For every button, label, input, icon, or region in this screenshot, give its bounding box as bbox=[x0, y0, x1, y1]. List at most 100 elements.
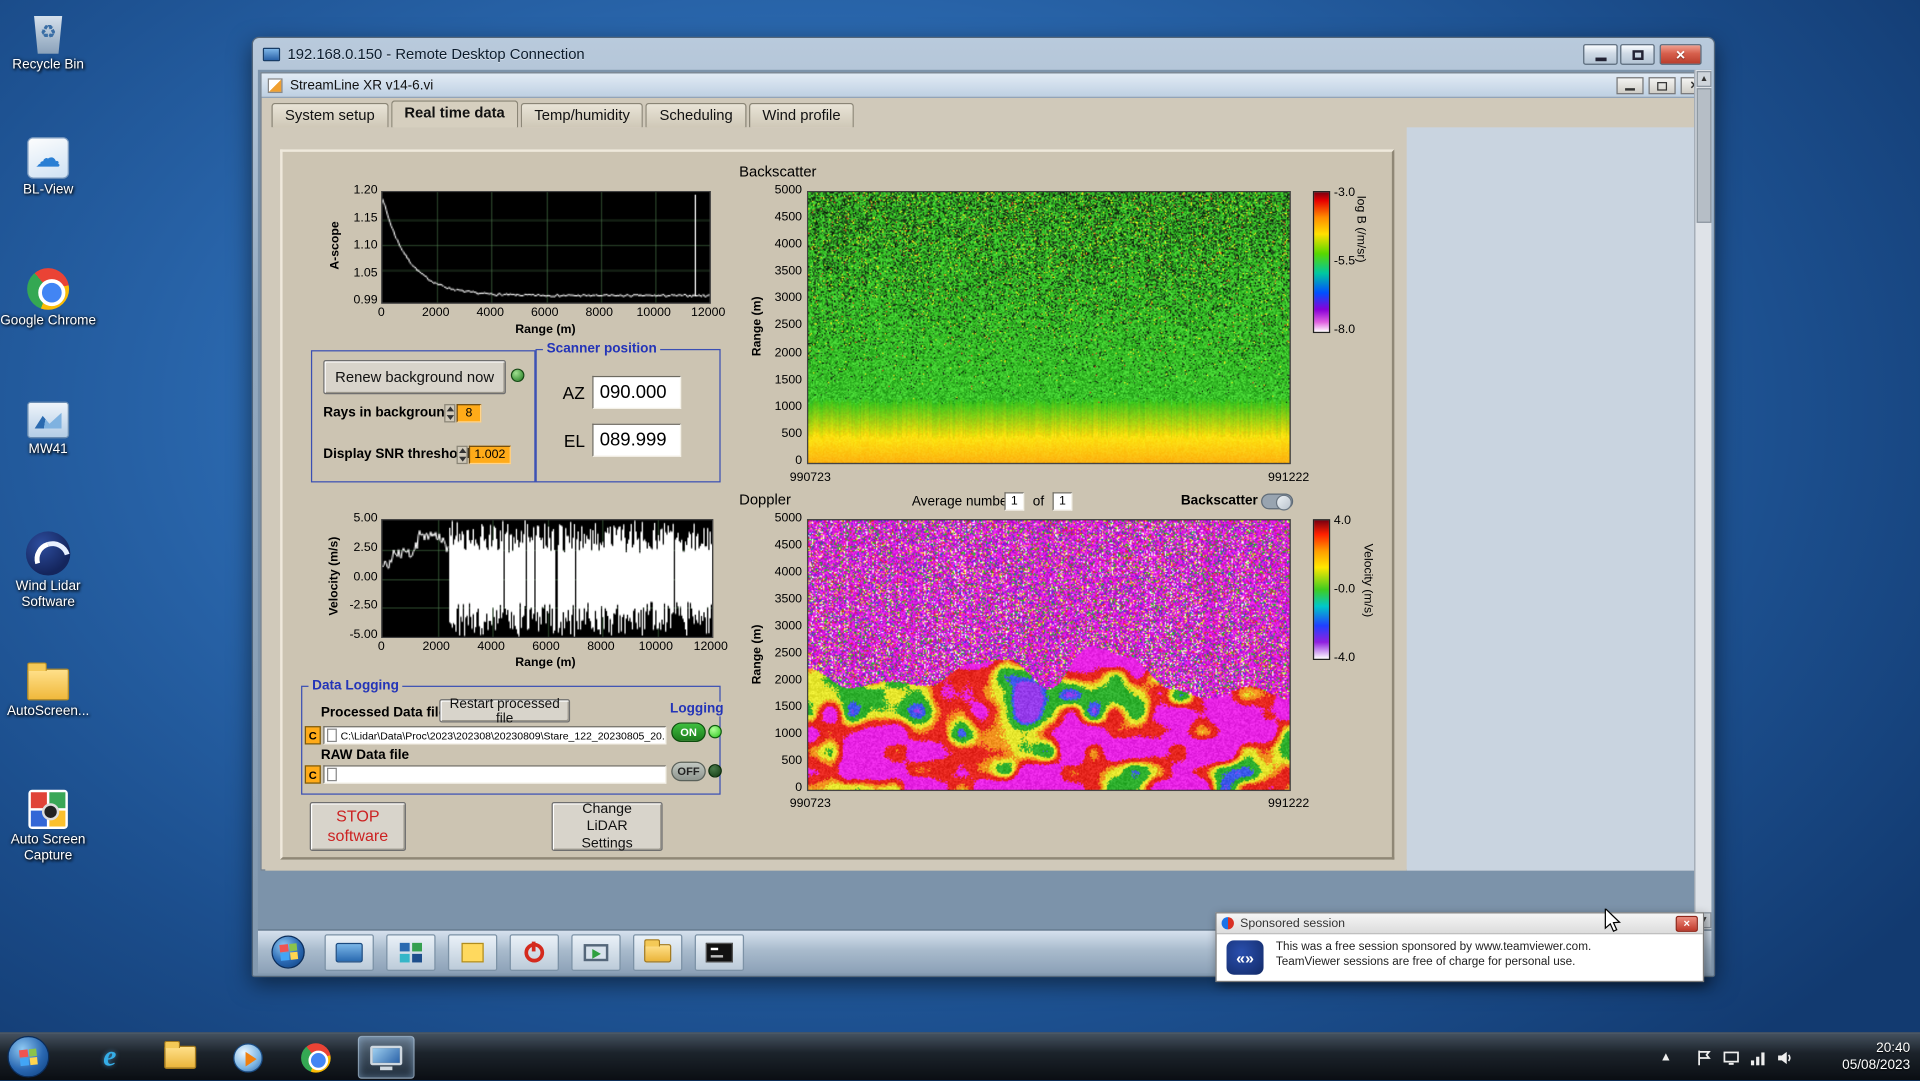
tab-wind-profile[interactable]: Wind profile bbox=[748, 102, 855, 128]
network-icon[interactable] bbox=[1750, 1049, 1767, 1066]
start-button[interactable] bbox=[7, 1035, 50, 1078]
teamviewer-popup: Sponsored session × «» This was a free s… bbox=[1215, 912, 1705, 983]
desktop-icon-autoscreen[interactable]: AutoScreen... bbox=[0, 659, 96, 720]
desktop-icon-mw41[interactable]: MW41 bbox=[0, 401, 96, 458]
teamviewer-close-button[interactable]: × bbox=[1675, 915, 1698, 932]
rdp-minimize-button[interactable] bbox=[1583, 44, 1618, 65]
data-logging-title: Data Logging bbox=[308, 678, 403, 694]
processed-logging-on-toggle[interactable]: ON bbox=[671, 722, 706, 743]
tick-label: 1000 bbox=[774, 400, 803, 414]
backscatter-x-ticks: 990723 991222 bbox=[790, 471, 1309, 486]
vi-minimize-button[interactable] bbox=[1616, 77, 1644, 95]
doppler-colorbar-label: Velocity (m/s) bbox=[1361, 543, 1375, 618]
tick-label: 5000 bbox=[774, 183, 803, 198]
backscatter-x-start: 990723 bbox=[789, 471, 831, 485]
processed-path-field[interactable]: C:\Lidar\Data\Proc\2023\202308\20230809\… bbox=[323, 726, 667, 745]
taskbar-rdp-button[interactable] bbox=[357, 1035, 415, 1079]
vi-empty-area bbox=[1406, 127, 1711, 871]
vi-titlebar[interactable]: StreamLine XR v14-6.vi bbox=[261, 73, 1711, 98]
tab-real-time-data[interactable]: Real time data bbox=[390, 100, 519, 128]
display-icon[interactable] bbox=[1723, 1049, 1740, 1066]
taskbar-explorer-button[interactable] bbox=[152, 1036, 209, 1079]
taskbar: e ▲ 20:40 05/08/2023 bbox=[0, 1032, 1920, 1081]
ascope-x-ticks: 0 2000 4000 6000 8000 10000 12000 bbox=[360, 306, 729, 321]
clock-date: 05/08/2023 bbox=[1842, 1057, 1911, 1073]
wind-lidar-icon bbox=[0, 531, 96, 576]
tick-label: 4500 bbox=[774, 210, 803, 225]
average-number-field[interactable]: 1 bbox=[1004, 492, 1025, 511]
remote-taskbar-capture-icon[interactable] bbox=[571, 934, 621, 972]
snr-spinner[interactable] bbox=[456, 445, 468, 465]
remote-taskbar-folder-icon[interactable] bbox=[633, 934, 683, 972]
tab-temp-humidity[interactable]: Temp/humidity bbox=[520, 102, 644, 128]
doppler-title: Doppler bbox=[739, 491, 791, 509]
processed-drive-box[interactable]: C bbox=[304, 726, 321, 745]
taskbar-clock[interactable]: 20:40 05/08/2023 bbox=[1842, 1040, 1910, 1074]
raw-path-field[interactable] bbox=[323, 765, 667, 784]
renew-led bbox=[510, 368, 525, 383]
tick-label: 0 bbox=[377, 640, 385, 654]
rays-spinner[interactable] bbox=[444, 404, 456, 423]
desktop-icon-bl-view[interactable]: ☁ BL-View bbox=[0, 137, 96, 198]
doppler-x-ticks: 990723 991222 bbox=[790, 797, 1309, 812]
stop-software-button[interactable]: STOP software bbox=[309, 802, 406, 852]
media-player-icon bbox=[233, 1042, 263, 1073]
remote-taskbar-power-icon[interactable] bbox=[509, 934, 559, 972]
tick-label: 1000 bbox=[774, 727, 803, 741]
explorer-folder-icon bbox=[164, 1040, 197, 1069]
average-count-field[interactable]: 1 bbox=[1052, 492, 1073, 511]
remote-taskbar-cmd-icon[interactable] bbox=[694, 934, 745, 972]
scroll-up-arrow[interactable]: ▲ bbox=[1696, 71, 1712, 87]
az-value-field[interactable]: 090.000 bbox=[592, 375, 682, 409]
tick-label: 4000 bbox=[774, 237, 803, 252]
desktop-icon-recycle-bin[interactable]: ♻ Recycle Bin bbox=[0, 10, 96, 74]
desktop-icon-wind-lidar[interactable]: Wind Lidar Software bbox=[0, 531, 96, 611]
teamviewer-popup-titlebar[interactable]: Sponsored session × bbox=[1216, 913, 1703, 935]
rays-value-field[interactable]: 8 bbox=[456, 404, 482, 423]
tick-label: 2000 bbox=[774, 673, 803, 687]
taskbar-chrome-button[interactable] bbox=[288, 1036, 345, 1079]
desktop-icon-label: Wind Lidar Software bbox=[15, 579, 81, 610]
remote-taskbar-grid-icon[interactable] bbox=[386, 934, 436, 972]
of-label: of bbox=[1032, 494, 1045, 510]
tray-show-hidden[interactable]: ▲ bbox=[1654, 1033, 1679, 1081]
restart-processed-file-button[interactable]: Restart processed file bbox=[439, 696, 571, 726]
tick-label: 2500 bbox=[774, 318, 803, 333]
az-label: AZ bbox=[562, 383, 585, 403]
snr-value-field[interactable]: 1.002 bbox=[468, 445, 511, 465]
renew-background-button[interactable]: Renew background now bbox=[323, 360, 506, 395]
scroll-thumb[interactable] bbox=[1696, 88, 1712, 223]
tick-label: 10000 bbox=[636, 306, 671, 320]
rdp-maximize-button[interactable] bbox=[1620, 44, 1655, 65]
desktop-icon-auto-screen-capture[interactable]: Auto Screen Capture bbox=[0, 789, 96, 865]
el-value-field[interactable]: 089.999 bbox=[592, 423, 682, 457]
tick-label: 3500 bbox=[774, 592, 803, 607]
remote-start-button[interactable] bbox=[271, 935, 305, 969]
volume-icon[interactable] bbox=[1777, 1049, 1794, 1066]
taskbar-media-player-button[interactable] bbox=[220, 1036, 277, 1079]
tick-label: 3000 bbox=[774, 291, 803, 306]
change-lidar-settings-button[interactable]: Change LiDAR Settings bbox=[551, 802, 663, 852]
tick-label: 1500 bbox=[774, 373, 803, 387]
backscatter-toggle-label: Backscatter bbox=[1180, 493, 1258, 509]
rdp-close-button[interactable]: × bbox=[1659, 44, 1702, 65]
tick-label: 8000 bbox=[587, 640, 615, 654]
raw-logging-off-toggle[interactable]: OFF bbox=[671, 761, 706, 782]
desktop-icon-google-chrome[interactable]: Google Chrome bbox=[0, 268, 96, 329]
backscatter-colorbar-label: log B (/m/sr) bbox=[1353, 195, 1368, 263]
remote-taskbar-window-icon[interactable] bbox=[324, 934, 374, 972]
tab-scheduling[interactable]: Scheduling bbox=[645, 102, 747, 128]
remote-taskbar-notes-icon[interactable] bbox=[447, 934, 498, 972]
taskbar-ie-button[interactable]: e bbox=[81, 1036, 138, 1079]
tick-label: 500 bbox=[781, 427, 803, 441]
action-center-flag-icon[interactable] bbox=[1695, 1049, 1712, 1066]
raw-drive-box[interactable]: C bbox=[304, 765, 321, 784]
teamviewer-dot-icon bbox=[1221, 917, 1234, 930]
vi-maximize-button[interactable] bbox=[1648, 77, 1676, 95]
backscatter-toggle[interactable] bbox=[1261, 493, 1294, 511]
session-scrollbar[interactable]: ▲ ▼ bbox=[1694, 69, 1712, 930]
tab-system-setup[interactable]: System setup bbox=[271, 102, 389, 128]
labview-window: StreamLine XR v14-6.vi × System setup Re… bbox=[260, 72, 1712, 871]
rdp-titlebar[interactable]: 192.168.0.150 - Remote Desktop Connectio… bbox=[253, 38, 1714, 70]
average-number-label: Average number bbox=[911, 494, 1012, 510]
